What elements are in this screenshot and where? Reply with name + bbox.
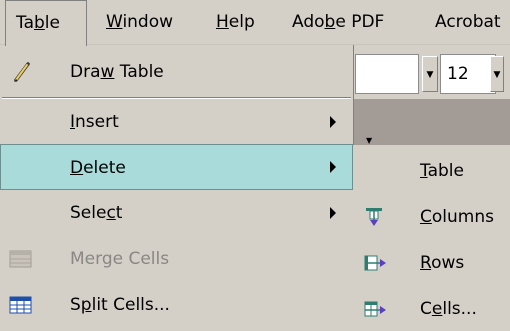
merge-cells-icon: [8, 247, 34, 271]
menu-adobe-pdf-label-b: b: [324, 12, 336, 32]
font-name-dropdown-button[interactable]: ▼: [422, 56, 438, 92]
submenu-item-delete-cells-label-b: e: [431, 299, 443, 319]
toolbar-chevron-down-icon[interactable]: ▼: [366, 136, 372, 145]
submenu-item-delete-cells-label-c: lls...: [442, 299, 477, 319]
menu-item-split-cells[interactable]: Split Cells...: [0, 282, 353, 328]
menu-item-draw-table-label-a: Dra: [70, 62, 101, 82]
submenu-item-delete-columns-label: Columns: [420, 194, 494, 240]
menu-acrobat[interactable]: Acrobat: [435, 0, 501, 45]
submenu-item-delete-cells-label: Cells...: [420, 286, 477, 331]
font-name-field[interactable]: [355, 54, 419, 94]
pencil-icon: [8, 60, 34, 84]
submenu-item-delete-table[interactable]: Table: [353, 148, 510, 194]
submenu-item-delete-columns-label-b: olumns: [431, 207, 494, 227]
menu-item-delete-label-b: elete: [83, 158, 126, 178]
menu-item-select[interactable]: Select: [0, 190, 353, 236]
table-menu: Draw Table Insert Delete Select Merge Ce…: [0, 45, 354, 331]
menu-table[interactable]: Table: [5, 0, 87, 46]
delete-rows-icon: [363, 252, 387, 274]
menu-item-merge-cells-label: Merge Cells: [70, 236, 169, 282]
menu-item-split-cells-label: Split Cells...: [70, 282, 170, 328]
menu-item-select-label-b: c: [106, 203, 116, 223]
submenu-item-delete-cells-label-a: C: [420, 299, 432, 319]
menu-table-label-a: Ta: [16, 13, 34, 33]
delete-submenu: Table Columns Rows Cells...: [353, 145, 510, 331]
secondary-toolbar: [353, 99, 510, 145]
menu-help-label-a: H: [216, 12, 229, 32]
submenu-item-delete-rows[interactable]: Rows: [353, 240, 510, 286]
menu-item-merge-cells[interactable]: Merge Cells: [0, 236, 353, 282]
submenu-item-delete-rows-label-b: ows: [431, 253, 465, 273]
menu-adobe-pdf-label-c: e PDF: [335, 12, 385, 32]
menu-item-draw-table-label: Draw Table: [70, 49, 164, 95]
submenu-item-delete-rows-label-a: R: [420, 253, 432, 273]
menu-table-label-c: le: [44, 13, 60, 33]
submenu-item-delete-rows-label: Rows: [420, 240, 464, 286]
menu-item-select-label-a: Sele: [70, 203, 107, 223]
menu-item-merge-cells-label-a: Merge Cells: [70, 249, 170, 269]
menu-window[interactable]: Window: [106, 0, 173, 45]
menu-table-label-b: b: [34, 13, 45, 33]
menu-item-split-cells-label-a: S: [70, 295, 81, 315]
submenu-item-delete-cells[interactable]: Cells...: [353, 286, 510, 331]
menu-item-select-label-c: t: [115, 203, 123, 223]
menu-item-insert-label-b: nsert: [75, 112, 119, 132]
delete-cells-icon: [363, 298, 387, 320]
menu-adobe-pdf[interactable]: Adobe PDF: [292, 0, 384, 45]
menu-item-draw-table[interactable]: Draw Table: [0, 49, 353, 95]
menu-item-draw-table-label-c: Table: [114, 62, 164, 82]
menu-bar: Table Window Help Adobe PDF Acrobat: [0, 0, 510, 46]
submenu-item-delete-table-label: Table: [420, 148, 464, 194]
split-cells-icon: [8, 293, 34, 317]
menu-help-label-b: elp: [228, 12, 255, 32]
submenu-arrow-icon: [330, 207, 336, 219]
menu-adobe-pdf-label-a: Ado: [292, 12, 325, 32]
font-size-field[interactable]: 12: [440, 54, 496, 94]
menu-item-split-cells-label-b: p: [80, 295, 92, 315]
font-size-dropdown-button[interactable]: ▼: [490, 56, 504, 92]
submenu-item-delete-columns[interactable]: Columns: [353, 194, 510, 240]
menu-item-select-label: Select: [70, 190, 122, 236]
delete-columns-icon: [363, 206, 387, 228]
submenu-arrow-icon: [330, 161, 336, 173]
menu-item-delete-label-a: D: [70, 158, 84, 178]
menu-item-delete-label: Delete: [70, 145, 126, 191]
menu-acrobat-label: Acrobat: [435, 12, 501, 32]
submenu-item-delete-columns-label-a: C: [420, 207, 432, 227]
menu-item-split-cells-label-c: lit Cells...: [91, 295, 170, 315]
menu-item-delete[interactable]: Delete: [0, 144, 353, 190]
menu-item-draw-table-label-b: w: [100, 62, 115, 82]
menu-window-label-b: indow: [122, 12, 174, 32]
menu-window-label-a: W: [106, 12, 123, 32]
menu-help[interactable]: Help: [216, 0, 255, 45]
menu-item-insert-label: Insert: [70, 99, 119, 145]
submenu-item-delete-table-label-a: T: [420, 161, 428, 181]
font-size-value: 12: [447, 64, 469, 84]
submenu-item-delete-table-label-b: able: [427, 161, 464, 181]
menu-item-insert[interactable]: Insert: [0, 99, 353, 145]
submenu-arrow-icon: [330, 116, 336, 128]
